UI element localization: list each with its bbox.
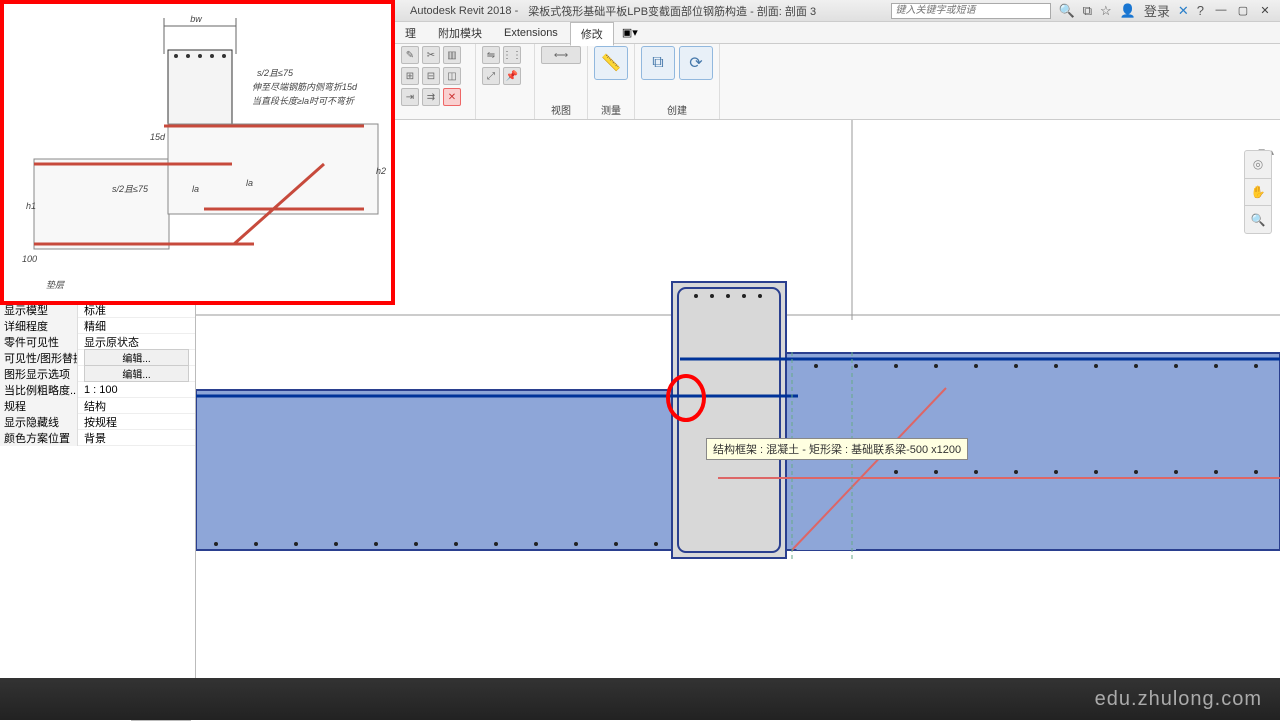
align-icon[interactable]: ⇥ [401,88,419,106]
prop-vizoverride-key: 可见性/图形替换 [0,350,78,366]
login-link[interactable]: 登录 [1144,1,1170,20]
prop-color-key: 颜色方案位置 [0,430,78,446]
element-tooltip: 结构框架 : 混凝土 - 矩形梁 : 基础联系梁-500 x1200 [706,438,968,460]
reference-diagram-overlay: bw s/2且≤75 伸至尽端钢筋内侧弯折15d 当直段长度≥la时可不弯折 1… [0,0,395,305]
search-input[interactable] [891,3,1051,19]
ribbon-group-modify2: ⇋ ⋮⋮ ⤢ 📌 [476,44,535,119]
tab-manage[interactable]: 理 [395,22,426,44]
snap-icon[interactable]: ▥ [443,46,461,64]
prop-edit-button-2[interactable]: 编辑... [84,365,189,382]
svg-text:当直段长度≥la时可不弯折: 当直段长度≥la时可不弯折 [252,96,356,106]
prop-discipline-key: 规程 [0,398,78,414]
svg-text:bw: bw [190,14,202,24]
ribbon-label-measure: 测量 [601,102,621,117]
ribbon-label-create: 创建 [667,102,687,117]
svg-text:15d: 15d [150,132,166,142]
prop-hidden-val[interactable]: 按规程 [78,414,195,430]
tab-addins[interactable]: 附加模块 [428,22,492,44]
split-icon[interactable]: ⊟ [422,67,440,85]
app-name: Autodesk Revit 2018 - [410,5,518,17]
cut-icon[interactable]: ✂ [422,46,440,64]
exchange-icon[interactable]: ✕ [1178,3,1189,19]
create-icon-2[interactable]: ⟳ [679,46,713,80]
offset-icon[interactable]: ⇉ [422,88,440,106]
svg-text:伸至尽端钢筋内侧弯折15d: 伸至尽端钢筋内侧弯折15d [252,82,358,92]
ribbon-label-view: 视图 [551,102,571,117]
prop-color-val[interactable]: 背景 [78,430,195,446]
user-icon[interactable]: 👤 [1120,3,1136,19]
pin-icon[interactable]: 📌 [503,67,521,85]
document-name: 梁板式筏形基础平板LPB变截面部位钢筋构造 - 剖面: 剖面 3 [528,3,816,19]
tab-finish-icon[interactable]: ▣▾ [616,23,644,42]
delete-icon[interactable]: ✕ [443,88,461,106]
ribbon-group-modify: ✎ ✂ ▥ ⊞ ⊟ ◫ ⇥ ⇉ ✕ [395,44,476,119]
join-icon[interactable]: ⊞ [401,67,419,85]
communicate-icon[interactable]: ⧉ [1083,3,1092,19]
svg-text:h1: h1 [26,201,36,211]
prop-coarse-key: 当比例粗略度... [0,382,78,398]
create-icon-1[interactable]: ⧉ [641,46,675,80]
svg-text:100: 100 [22,254,37,264]
prop-gfxopt-key: 图形显示选项 [0,366,78,382]
footer-bar: edu.zhulong.com [0,678,1280,720]
search-icon[interactable]: 🔍 [1059,3,1075,19]
footer-brand: edu.zhulong.com [1095,688,1262,711]
mirror-icon[interactable]: ⇋ [482,46,500,64]
minimize-button[interactable]: — [1212,4,1230,17]
prop-hidden-key: 显示隐藏线 [0,414,78,430]
svg-text:垫层: 垫层 [46,280,65,290]
ribbon-group-create: ⧉ ⟳ 创建 [635,44,720,119]
ribbon-label [504,106,507,117]
ribbon-group-view: ⟷ 视图 [535,44,588,119]
ribbon-group-measure: 📏 测量 [588,44,635,119]
prop-detail-key: 详细程度 [0,318,78,334]
array-icon[interactable]: ⋮⋮ [503,46,521,64]
svg-text:h2: h2 [376,166,386,176]
prop-coarse-val[interactable]: 1 : 100 [78,384,195,396]
prop-detail-val[interactable]: 精细 [78,318,195,334]
ribbon-label [434,108,437,119]
measure-icon[interactable]: 📏 [594,46,628,80]
svg-text:la: la [246,178,253,188]
maximize-button[interactable]: ▢ [1234,4,1252,17]
prop-partviz-val[interactable]: 显示原状态 [78,334,195,350]
properties-palette: 比例值 1:100 显示模型标准 详细程度精细 零件可见性显示原状态 可见性/图… [0,286,195,702]
svg-text:s/2且≤75: s/2且≤75 [257,68,294,78]
help-icon[interactable]: ? [1197,3,1204,18]
tab-modify[interactable]: 修改 [570,22,614,46]
svg-text:la: la [192,184,199,194]
tab-extensions[interactable]: Extensions [494,24,568,42]
trim-icon[interactable]: ◫ [443,67,461,85]
prop-partviz-key: 零件可见性 [0,334,78,350]
dimension-icon[interactable]: ⟷ [541,46,581,64]
favorite-icon[interactable]: ☆ [1100,3,1112,19]
prop-edit-button-1[interactable]: 编辑... [84,349,189,366]
scale-icon[interactable]: ⤢ [482,67,500,85]
close-button[interactable]: ✕ [1256,4,1274,17]
paint-icon[interactable]: ✎ [401,46,419,64]
svg-text:s/2且≤75: s/2且≤75 [112,184,149,194]
prop-discipline-val[interactable]: 结构 [78,398,195,414]
